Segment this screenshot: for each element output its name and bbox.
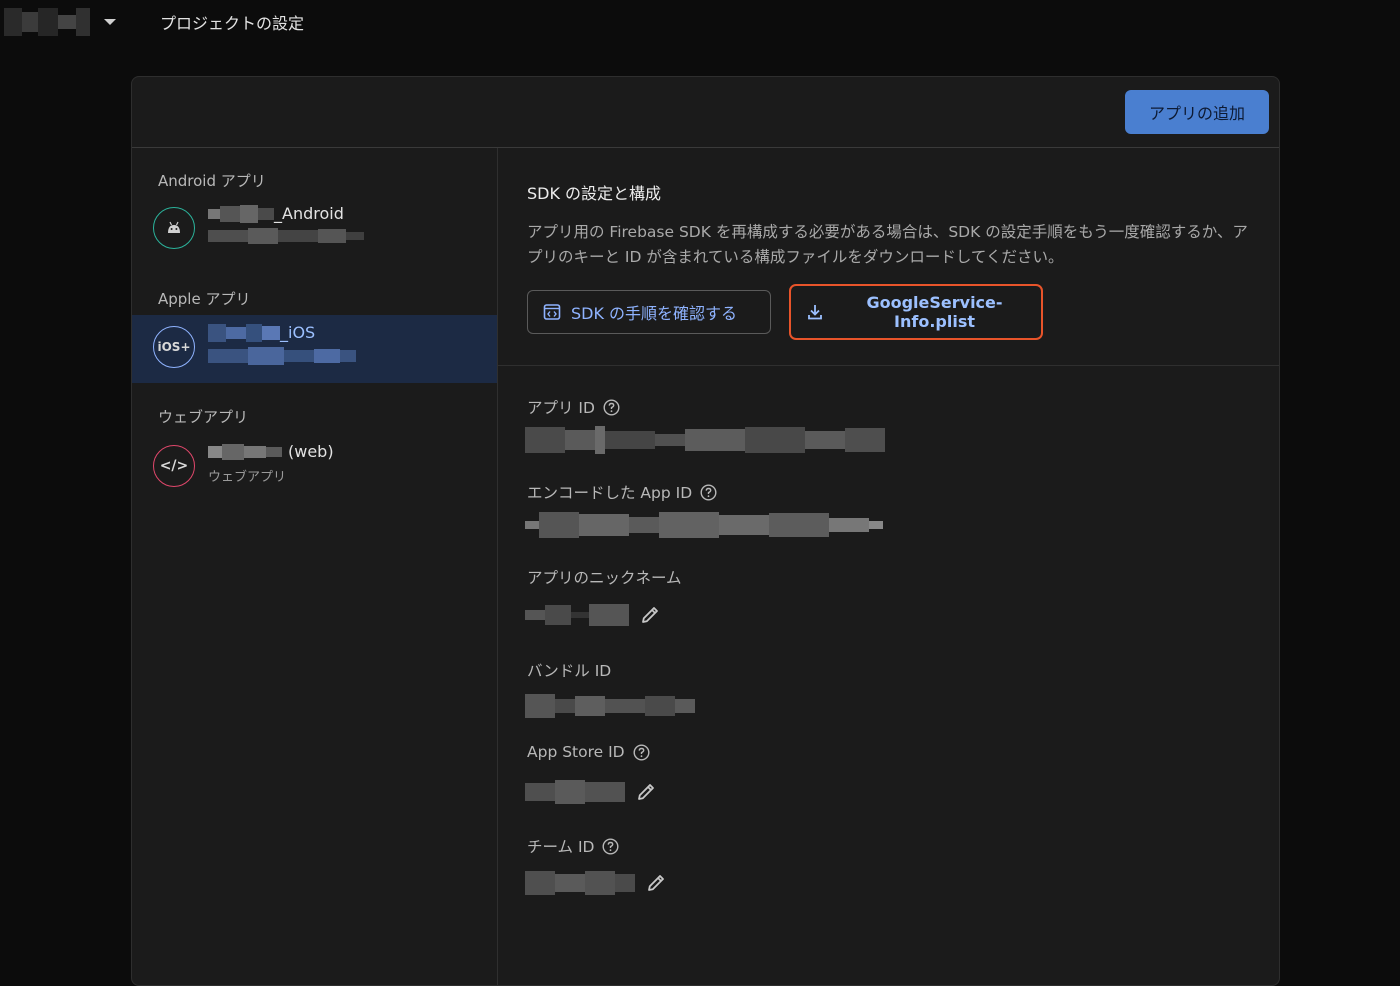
sdk-instructions-button[interactable]: SDK の手順を確認する: [527, 290, 771, 334]
group-label-android: Android アプリ: [158, 172, 266, 190]
help-icon[interactable]: [602, 837, 619, 855]
app-list-sidebar: Android アプリ _Android Apple アプリ iOS+ _iOS…: [132, 148, 498, 985]
project-switcher[interactable]: [4, 8, 116, 36]
code-icon: </>: [153, 445, 195, 487]
group-label-web: ウェブアプリ: [158, 408, 249, 426]
page-title: プロジェクトの設定: [160, 14, 305, 33]
app-item-android[interactable]: _Android: [132, 196, 497, 264]
pencil-icon: [638, 784, 654, 800]
app-detail-panel: SDK の設定と構成 アプリ用の Firebase SDK を再構成する必要があ…: [498, 148, 1279, 985]
android-icon: [153, 207, 195, 249]
edit-team-id-button[interactable]: [645, 872, 667, 894]
app-name-ios: _iOS: [208, 323, 315, 342]
app-name-redacted: [208, 204, 274, 223]
code-window-icon: [543, 303, 561, 321]
project-name-redacted: [4, 8, 90, 36]
app-store-id-value-redacted: [525, 780, 625, 804]
sdk-description: アプリ用の Firebase SDK を再構成する必要がある場合は、SDK の設…: [527, 223, 1248, 266]
help-icon[interactable]: [633, 743, 650, 761]
nickname-label: アプリのニックネーム: [527, 569, 682, 587]
pencil-icon: [642, 607, 658, 623]
nickname-value-redacted: [525, 604, 629, 626]
app-name-redacted: [208, 323, 280, 342]
chevron-down-icon[interactable]: [104, 19, 116, 25]
app-package-redacted: [208, 228, 364, 246]
top-bar: プロジェクトの設定: [0, 0, 1400, 48]
edit-app-store-id-button[interactable]: [635, 781, 657, 803]
encoded-app-id-value-redacted: [525, 512, 883, 538]
app-store-id-field: [525, 780, 657, 804]
download-plist-button[interactable]: GoogleService-Info.plist: [789, 284, 1043, 340]
add-app-button[interactable]: アプリの追加: [1125, 90, 1269, 134]
app-store-id-label: App Store ID: [527, 743, 650, 761]
group-label-apple: Apple アプリ: [158, 290, 251, 308]
section-divider: [498, 365, 1279, 366]
help-icon[interactable]: [603, 398, 620, 416]
ios-icon: iOS+: [153, 326, 195, 368]
app-item-ios[interactable]: iOS+ _iOS: [132, 315, 497, 383]
app-type-label: ウェブアプリ: [208, 470, 287, 485]
team-id-field: [525, 871, 667, 895]
app-id-value-redacted: [525, 426, 885, 454]
help-icon[interactable]: [700, 483, 717, 501]
team-id-value-redacted: [525, 871, 635, 895]
app-item-web[interactable]: </> (web) ウェブアプリ: [132, 434, 497, 502]
app-name-redacted: [208, 443, 282, 460]
card-header: アプリの追加: [132, 77, 1279, 148]
team-id-label: チーム ID: [527, 835, 619, 857]
bundle-id-value-redacted: [525, 694, 695, 718]
app-bundle-redacted: [208, 347, 356, 367]
pencil-icon: [648, 875, 664, 891]
bundle-id-label: バンドル ID: [527, 662, 612, 680]
encoded-app-id-label: エンコードした App ID: [527, 481, 717, 503]
edit-nickname-button[interactable]: [639, 604, 661, 626]
sdk-section-title: SDK の設定と構成: [527, 184, 662, 203]
project-settings-card: アプリの追加 Android アプリ _Android Apple アプリ iO…: [131, 76, 1280, 986]
app-name-android: _Android: [208, 204, 344, 223]
app-id-label: アプリ ID: [527, 396, 620, 418]
app-name-web: (web): [208, 442, 334, 461]
nickname-field: [525, 604, 661, 626]
download-icon: [806, 303, 824, 321]
